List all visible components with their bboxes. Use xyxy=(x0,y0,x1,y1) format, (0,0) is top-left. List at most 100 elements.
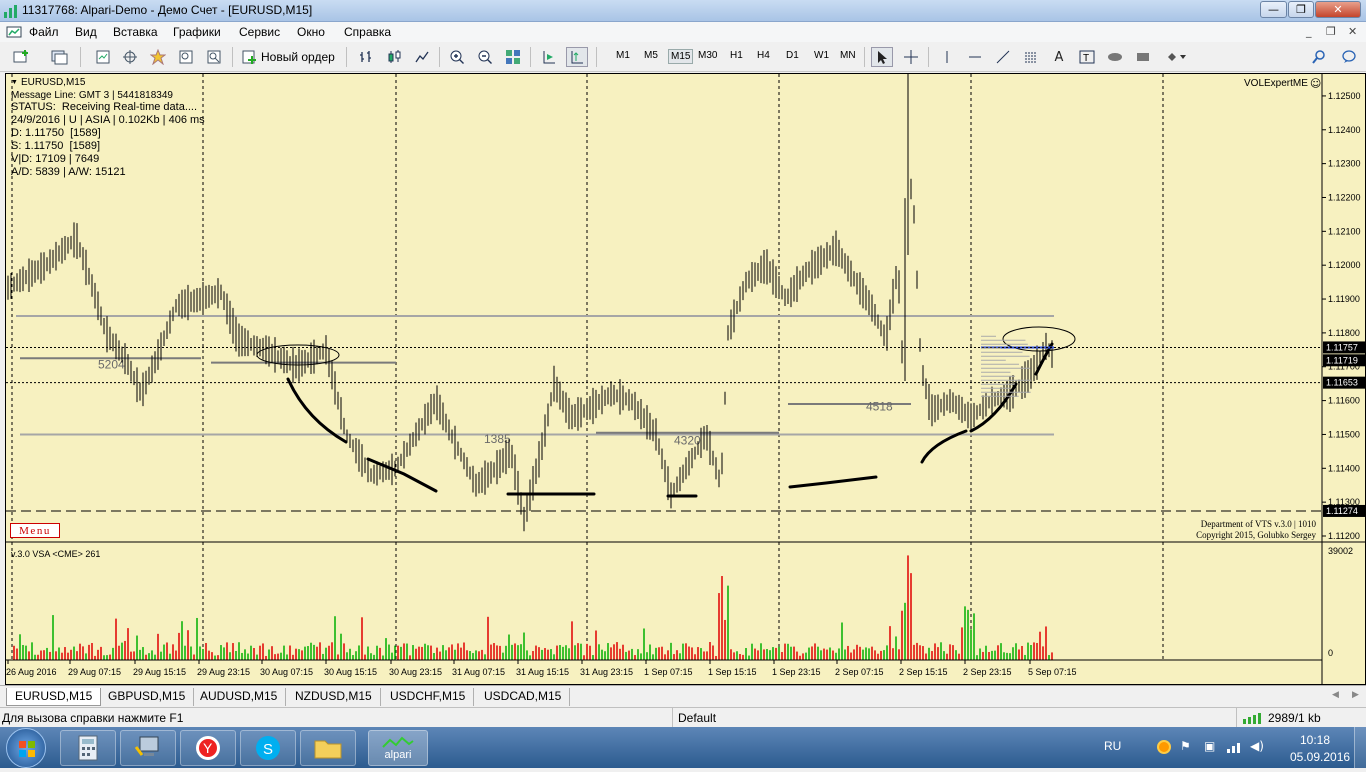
zoom-out-icon[interactable] xyxy=(474,47,496,67)
taskbar-skype[interactable]: S xyxy=(240,730,296,766)
timeframe-w1[interactable]: W1 xyxy=(812,49,831,62)
price-tick-label: 1.12400 xyxy=(1328,125,1361,135)
tray-usb-icon[interactable]: ▣ xyxy=(1204,739,1215,753)
status-help: Для вызова справки нажмите F1 xyxy=(2,711,184,725)
chat-icon[interactable] xyxy=(1338,47,1360,67)
taskbar-alpari[interactable]: alpari xyxy=(368,730,428,766)
navigator-icon[interactable] xyxy=(119,47,141,67)
tab-usdchf[interactable]: USDCHF,M15 xyxy=(382,688,475,706)
menu-file[interactable]: Файл xyxy=(29,25,59,39)
time-tick-label: 1 Sep 07:15 xyxy=(644,667,693,677)
tab-scroll-left-icon[interactable]: ◀ xyxy=(1332,689,1339,700)
new-order-button[interactable]: Новый ордер xyxy=(241,47,335,67)
timeframe-h1[interactable]: H1 xyxy=(728,49,745,62)
tray-signal-icon[interactable] xyxy=(1226,740,1244,754)
menu-insert[interactable]: Вставка xyxy=(113,25,158,39)
tab-usdcad[interactable]: USDCAD,M15 xyxy=(476,688,571,706)
chart-canvas[interactable]: 5204451843201385 1.125001.124001.123001.… xyxy=(6,74,1365,684)
collapse-triangle-icon[interactable]: ▼ xyxy=(11,79,18,86)
language-indicator[interactable]: RU xyxy=(1104,739,1121,753)
taskbar-calculator[interactable] xyxy=(60,730,116,766)
yandex-browser-icon: Y xyxy=(196,736,220,760)
taskbar-network[interactable] xyxy=(120,730,176,766)
tab-gbpusd[interactable]: GBPUSD,M15 xyxy=(100,688,195,706)
restore-button[interactable]: ❐ xyxy=(1288,1,1314,18)
tray-app-icon[interactable] xyxy=(1157,740,1171,754)
zoom-in-icon[interactable] xyxy=(446,47,468,67)
calculator-icon xyxy=(78,735,98,761)
menu-charts[interactable]: Графики xyxy=(173,25,221,39)
autoscroll-icon[interactable] xyxy=(566,47,588,67)
menu-window[interactable]: Окно xyxy=(297,25,325,39)
strategy-tester-icon[interactable] xyxy=(175,47,197,67)
tab-nzdusd[interactable]: NZDUSD,M15 xyxy=(287,688,381,706)
child-restore-button[interactable]: ❐ xyxy=(1326,25,1336,38)
tile-windows-icon[interactable] xyxy=(502,47,524,67)
menu-button[interactable]: Menu xyxy=(10,523,60,538)
smiley-icon: ☺ xyxy=(1309,77,1322,90)
price-marker-label: 1.11719 xyxy=(1326,355,1358,365)
minimize-button[interactable]: — xyxy=(1260,1,1287,18)
horizontal-line-icon[interactable] xyxy=(964,47,986,67)
info-line-ad: A/D: 5839 | A/W: 15121 xyxy=(11,166,126,178)
timeframe-m15[interactable]: M15 xyxy=(668,49,694,64)
rectangle-icon[interactable] xyxy=(1132,47,1154,67)
candlestick-icon[interactable] xyxy=(383,47,405,67)
text-tool-icon[interactable]: A xyxy=(1048,47,1070,67)
clock-time[interactable]: 10:18 xyxy=(1300,733,1330,747)
time-tick-label: 31 Aug 23:15 xyxy=(580,667,633,677)
tray-volume-icon[interactable]: ◀) xyxy=(1250,739,1264,753)
text-label-icon[interactable]: T xyxy=(1076,47,1098,67)
more-tools-icon[interactable] xyxy=(1162,47,1190,67)
taskbar-yandex[interactable]: Y xyxy=(180,730,236,766)
ellipse-icon[interactable] xyxy=(1104,47,1126,67)
price-marker-label: 1.11274 xyxy=(1326,506,1358,516)
line-chart-icon[interactable] xyxy=(411,47,433,67)
cursor-icon[interactable] xyxy=(871,47,893,67)
svg-text:S: S xyxy=(263,741,273,758)
profiles-icon[interactable] xyxy=(46,47,74,67)
menu-help[interactable]: Справка xyxy=(344,25,391,39)
status-bar: Для вызова справки нажмите F1 Default 29… xyxy=(0,707,1366,728)
metatrader-app-icon xyxy=(4,5,17,18)
close-button[interactable]: ✕ xyxy=(1315,1,1361,18)
timeframe-mn[interactable]: MN xyxy=(838,49,858,62)
chart-shift-icon[interactable] xyxy=(538,47,560,67)
new-order-label: Новый ордер xyxy=(261,50,335,64)
volume-level-label: 4518 xyxy=(866,400,893,414)
tray-flag-icon[interactable]: ⚑ xyxy=(1180,739,1191,753)
market-watch-icon[interactable] xyxy=(92,47,114,67)
tab-audusd[interactable]: AUDUSD,M15 xyxy=(192,688,287,706)
timeframe-m1[interactable]: M1 xyxy=(614,49,632,62)
info-line-vd: V|D: 17109 | 7649 xyxy=(11,153,100,165)
trendline-icon[interactable] xyxy=(992,47,1014,67)
chart-window[interactable]: 5204 4518 4320 1385 1.12500 1.12400 1.12300 1.… xyxy=(5,73,1366,685)
timeframe-m30[interactable]: M30 xyxy=(696,49,719,62)
vertical-line-icon[interactable] xyxy=(936,47,958,67)
trend-drawing xyxy=(920,429,968,464)
taskbar-explorer[interactable] xyxy=(300,730,356,766)
axes: 1.12500 1.12400 1.12300 1.12200 1.12100 1.120… xyxy=(6,74,1365,684)
timeframe-h4[interactable]: H4 xyxy=(755,49,772,62)
child-close-button[interactable]: ✕ xyxy=(1348,25,1357,38)
child-minimize-button[interactable]: _ xyxy=(1306,25,1312,38)
search-icon[interactable] xyxy=(203,47,225,67)
timeframe-d1[interactable]: D1 xyxy=(784,49,801,62)
new-chart-icon[interactable] xyxy=(8,47,36,67)
tab-eurusd[interactable]: EURUSD,M15 xyxy=(6,688,102,706)
search-magnifier-icon[interactable] xyxy=(1308,47,1330,67)
timeframe-m5[interactable]: M5 xyxy=(642,49,660,62)
bar-chart-icon[interactable] xyxy=(355,47,377,67)
tab-scroll-right-icon[interactable]: ▶ xyxy=(1352,689,1359,700)
clock-date[interactable]: 05.09.2016 xyxy=(1290,750,1350,764)
show-desktop-button[interactable] xyxy=(1354,727,1366,768)
menu-service[interactable]: Сервис xyxy=(239,25,280,39)
channel-icon[interactable] xyxy=(1020,47,1042,67)
trend-drawing xyxy=(286,377,348,444)
start-button[interactable] xyxy=(6,728,46,768)
menu-view[interactable]: Вид xyxy=(75,25,97,39)
crosshair-icon[interactable] xyxy=(900,47,922,67)
expert-advisor-label[interactable]: VOLExpertME ☺ xyxy=(1244,77,1321,90)
terminal-icon[interactable] xyxy=(147,47,169,67)
trend-drawing xyxy=(366,457,438,493)
